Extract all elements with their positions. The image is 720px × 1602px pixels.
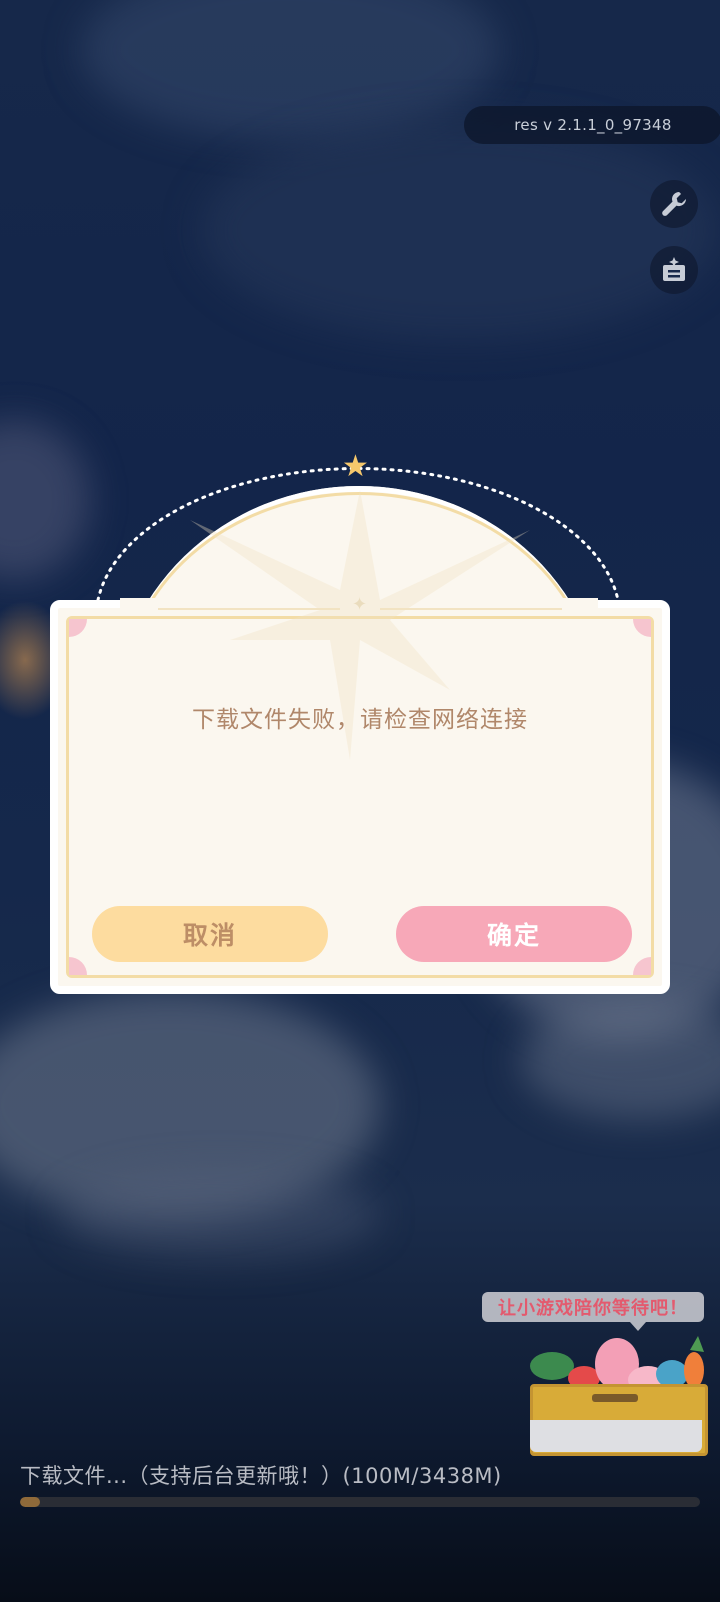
wrench-icon <box>662 192 687 216</box>
dialog-corner <box>69 957 87 975</box>
background-cloud <box>0 420 90 580</box>
star-icon: ★ <box>342 449 369 484</box>
announcement-button[interactable] <box>650 246 698 294</box>
dialog-corner <box>633 619 651 637</box>
version-label: res v 2.1.1_0_97348 <box>464 106 720 144</box>
mini-game-prompt[interactable]: 让小游戏陪你等待吧！ <box>482 1292 704 1322</box>
download-progress-bar <box>20 1497 700 1507</box>
download-progress-fill <box>20 1497 40 1507</box>
background-cloud <box>80 0 500 140</box>
dialog-message: 下载文件失败，请检查网络连接 <box>192 707 528 733</box>
cancel-button[interactable]: 取消 <box>92 906 328 962</box>
mini-game-box-slot <box>592 1394 638 1402</box>
loading-screen: res v 2.1.1_0_97348 ✦ ★ 下载文件失败，请检查网络连接 取… <box>0 0 720 1602</box>
dialog-corner <box>69 619 87 637</box>
mini-game-box-base <box>530 1420 702 1452</box>
title-divider <box>158 608 340 610</box>
dialog-corner <box>633 957 651 975</box>
confirm-button[interactable]: 确定 <box>396 906 632 962</box>
repair-tool-button[interactable] <box>650 180 698 228</box>
background-cloud <box>60 1170 380 1260</box>
download-status-text: 下载文件...（支持后台更新哦！）(100M/3438M) <box>20 1464 502 1488</box>
title-divider <box>380 608 562 610</box>
background-cloud <box>200 120 720 340</box>
sparkle-icon: ✦ <box>352 594 368 615</box>
notice-board-icon <box>663 257 685 281</box>
